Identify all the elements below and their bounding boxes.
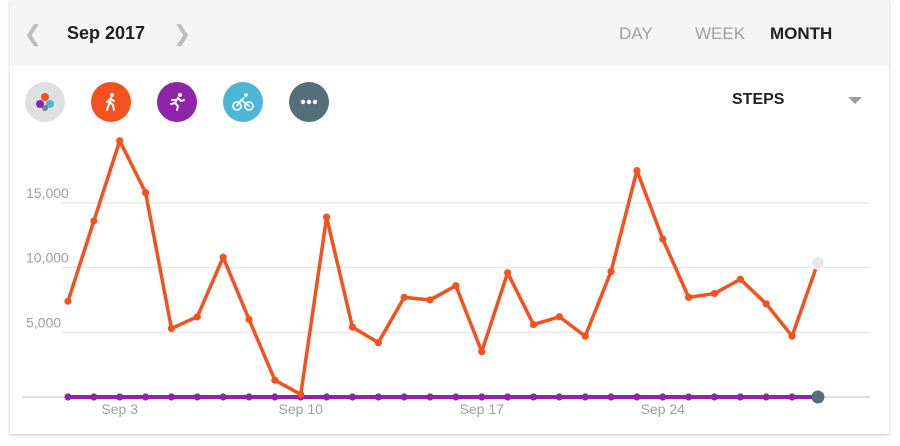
running-point — [736, 393, 744, 401]
steps-line-chart: 15,000 10,000 5,000 Sep 3 Sep 10 Sep 17 Sep 24 — [22, 137, 870, 417]
walking-point — [167, 324, 176, 333]
running-point — [659, 393, 667, 401]
walking-point — [245, 315, 253, 323]
running-point — [90, 393, 98, 401]
running-point — [219, 393, 227, 401]
running-point — [141, 393, 150, 401]
y-tick-label: 15,000 — [26, 185, 69, 201]
walking-point — [581, 332, 589, 340]
walking-point — [64, 297, 72, 305]
running-point — [529, 393, 538, 401]
walking-point — [297, 390, 305, 399]
running-point — [64, 393, 72, 401]
walking-point — [736, 275, 744, 283]
walking-point — [788, 332, 796, 340]
running-point — [452, 393, 460, 401]
walking-point — [348, 323, 357, 331]
running-point — [555, 393, 563, 401]
running-point — [167, 393, 176, 401]
running-point — [762, 393, 770, 401]
running-point — [426, 393, 434, 401]
walking-point — [633, 166, 641, 175]
running-point — [710, 393, 719, 401]
walking-point — [659, 235, 667, 243]
walking-point — [426, 296, 434, 304]
walking-point — [323, 213, 331, 221]
running-point — [811, 390, 825, 404]
x-tick-label: Sep 17 — [460, 401, 505, 417]
walking-point — [271, 376, 279, 384]
running-point — [348, 393, 357, 401]
running-point — [116, 393, 124, 401]
running-point — [245, 393, 253, 401]
running-point — [193, 393, 201, 401]
running-point — [504, 393, 512, 401]
walking-point — [810, 255, 826, 270]
walking-point — [504, 269, 512, 277]
walking-point — [685, 293, 693, 301]
walking-point — [452, 282, 460, 290]
walking-point — [607, 267, 615, 276]
running-point — [607, 393, 615, 401]
x-tick-label: Sep 10 — [279, 401, 324, 417]
running-point — [581, 393, 589, 401]
walking-point — [141, 188, 150, 197]
walking-point — [400, 293, 408, 301]
y-tick-label: 10,000 — [26, 250, 69, 266]
walking-point — [710, 289, 719, 298]
running-point — [633, 393, 641, 401]
walking-point — [193, 313, 201, 321]
walking-point — [478, 348, 486, 356]
x-tick-label: Sep 3 — [101, 401, 138, 417]
walking-point — [116, 137, 124, 145]
running-point — [323, 393, 331, 401]
x-tick-label: Sep 24 — [641, 401, 686, 417]
running-point — [271, 393, 279, 401]
running-point — [685, 393, 693, 401]
walking-point — [529, 320, 538, 329]
running-point — [374, 393, 382, 401]
y-tick-label: 5,000 — [26, 314, 61, 330]
walking-point — [90, 217, 98, 225]
running-point — [400, 393, 408, 401]
walking-point — [555, 313, 563, 321]
walking-point — [374, 339, 382, 347]
activity-card: ❮ Sep 2017 ❯ DAY WEEK MONTH STEPS 15,000… — [10, 0, 889, 434]
running-point — [788, 393, 796, 401]
walking-point — [762, 300, 770, 308]
running-point — [478, 393, 486, 401]
walking-point — [219, 253, 227, 261]
